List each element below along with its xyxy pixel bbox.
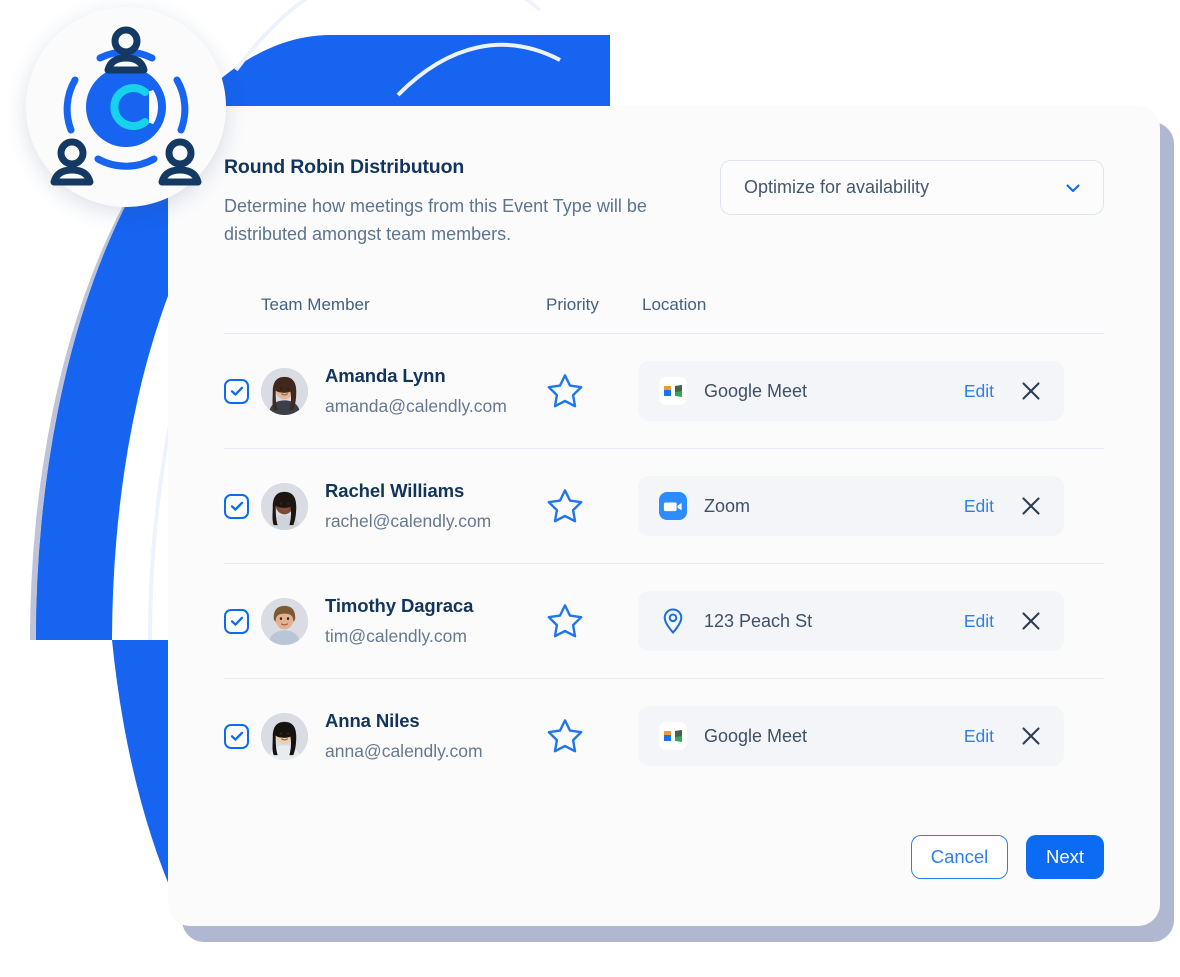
column-header-team-member: Team Member [261, 295, 370, 314]
calendly-c-glyph [86, 67, 166, 147]
location-cell: Google Meet Edit [638, 706, 1104, 766]
map-pin-icon [663, 608, 683, 634]
priority-cell [546, 717, 638, 755]
location-pill: 123 Peach St Edit [638, 591, 1064, 651]
google-meet-icon [659, 377, 687, 405]
priority-cell [546, 487, 638, 525]
avatar-image [261, 367, 308, 415]
header-text-block: Round Robin Distributuon Determine how m… [224, 150, 654, 248]
priority-cell [546, 372, 638, 410]
remove-location-button[interactable] [1020, 725, 1042, 747]
chevron-down-icon [1066, 183, 1080, 192]
member-checkbox[interactable] [224, 493, 249, 519]
member-checkbox[interactable] [224, 378, 249, 404]
member-identity: Anna Niles anna@calendly.com [325, 710, 483, 761]
table-body: Amanda Lynn amanda@calendly.com Google Mee… [224, 334, 1104, 793]
round-robin-card: Round Robin Distributuon Determine how m… [168, 106, 1160, 926]
team-member-cell: Anna Niles anna@calendly.com [224, 710, 546, 761]
table-row: Rachel Williams rachel@calendly.com Zoom Ed… [224, 449, 1104, 564]
person-glyph-right [158, 138, 202, 186]
member-checkbox[interactable] [224, 608, 249, 634]
remove-location-button[interactable] [1020, 495, 1042, 517]
team-member-cell: Rachel Williams rachel@calendly.com [224, 480, 546, 531]
member-identity: Amanda Lynn amanda@calendly.com [325, 365, 507, 416]
member-identity: Timothy Dagraca tim@calendly.com [325, 595, 473, 646]
team-member-cell: Amanda Lynn amanda@calendly.com [224, 365, 546, 416]
member-email: anna@calendly.com [325, 740, 483, 761]
person-glyph-left [50, 138, 94, 186]
cancel-button[interactable]: Cancel [911, 835, 1008, 879]
team-member-cell: Timothy Dagraca tim@calendly.com [224, 595, 546, 646]
edit-location-link[interactable]: Edit [964, 726, 994, 747]
table-row: Timothy Dagraca tim@calendly.com 123 Peach… [224, 564, 1104, 679]
edit-location-link[interactable]: Edit [964, 381, 994, 402]
card-header: Round Robin Distributuon Determine how m… [224, 150, 1104, 248]
check-icon [230, 616, 243, 626]
member-name: Rachel Williams [325, 480, 465, 502]
location-label: Google Meet [704, 725, 808, 746]
location-pill: Zoom Edit [638, 476, 1064, 536]
edit-location-link[interactable]: Edit [964, 496, 994, 517]
edit-location-link[interactable]: Edit [964, 611, 994, 632]
member-name: Amanda Lynn [325, 365, 446, 387]
priority-cell [546, 602, 638, 640]
card-footer: Cancel Next [224, 835, 1104, 879]
remove-location-button[interactable] [1020, 380, 1042, 402]
avatar-image [261, 482, 308, 530]
next-button[interactable]: Next [1026, 835, 1104, 879]
round-robin-logo-badge [26, 7, 226, 207]
screenshot-stage: Round Robin Distributuon Determine how m… [0, 0, 1180, 977]
avatar [261, 597, 308, 645]
remove-location-button[interactable] [1020, 610, 1042, 632]
member-name: Timothy Dagraca [325, 595, 474, 617]
star-outline-icon[interactable] [546, 372, 584, 410]
member-name: Anna Niles [325, 710, 420, 732]
member-identity: Rachel Williams rachel@calendly.com [325, 480, 491, 531]
round-robin-logo-icon [50, 26, 202, 186]
location-label: Zoom [704, 495, 751, 516]
check-icon [230, 386, 243, 396]
google-meet-icon [659, 722, 687, 750]
distribution-select[interactable]: Optimize for availability [720, 160, 1104, 215]
check-icon [230, 731, 243, 741]
location-label: Google Meet [704, 380, 808, 401]
member-email: rachel@calendly.com [325, 510, 492, 531]
zoom-icon [659, 492, 687, 520]
page-description: Determine how meetings from this Event T… [224, 196, 647, 244]
member-checkbox[interactable] [224, 723, 249, 749]
column-header-priority: Priority [546, 295, 599, 314]
member-email: tim@calendly.com [325, 625, 467, 646]
avatar [261, 482, 308, 530]
star-outline-icon[interactable] [546, 602, 584, 640]
location-cell: Google Meet Edit [638, 361, 1104, 421]
location-cell: Zoom Edit [638, 476, 1104, 536]
location-label: 123 Peach St [704, 610, 813, 631]
team-member-table: Team Member Priority Location Amanda Lyn… [224, 295, 1104, 793]
table-row: Anna Niles anna@calendly.com Google Meet Ed… [224, 679, 1104, 793]
member-email: amanda@calendly.com [325, 395, 507, 416]
star-outline-icon[interactable] [546, 487, 584, 525]
location-cell: 123 Peach St Edit [638, 591, 1104, 651]
distribution-select-value: Optimize for availability [744, 177, 930, 197]
table-header-row: Team Member Priority Location [224, 295, 1104, 334]
location-pill: Google Meet Edit [638, 706, 1064, 766]
avatar [261, 367, 308, 415]
avatar-image [261, 712, 308, 760]
avatar [261, 712, 308, 760]
column-header-location: Location [642, 295, 707, 314]
location-pill: Google Meet Edit [638, 361, 1064, 421]
avatar-image [261, 597, 308, 645]
table-row: Amanda Lynn amanda@calendly.com Google Mee… [224, 334, 1104, 449]
page-title: Round Robin Distributuon [224, 156, 465, 178]
check-icon [230, 501, 243, 511]
star-outline-icon[interactable] [546, 717, 584, 755]
